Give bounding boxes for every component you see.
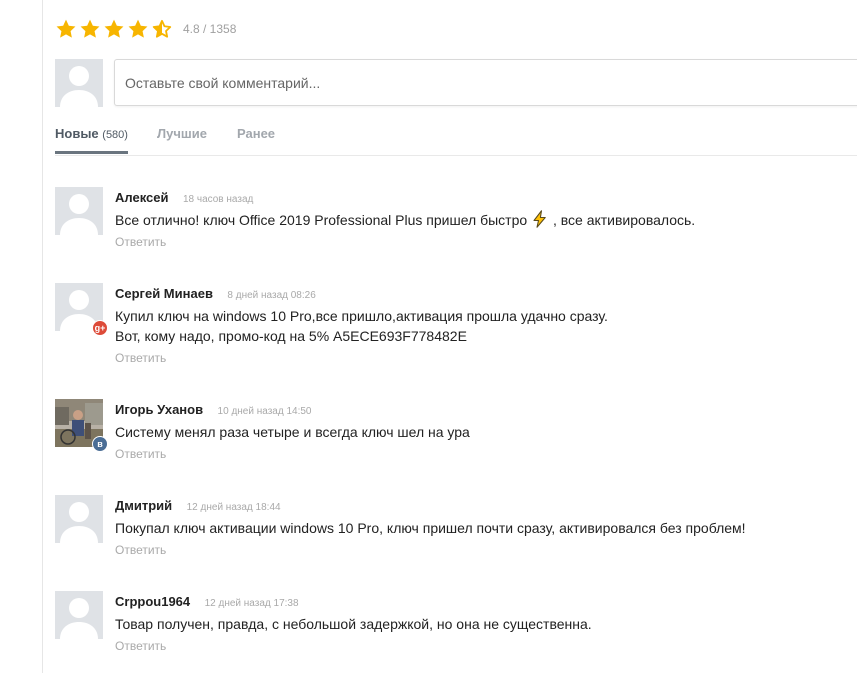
tab-earlier[interactable]: Ранее: [237, 120, 275, 154]
rating-summary: 4.8 / 1358: [183, 22, 237, 36]
tab-best-label: Лучшие: [157, 126, 207, 141]
half-star-icon[interactable]: [151, 18, 173, 40]
comment-item: g+ Сергей Минаев 8 дней назад 08:26 Купи…: [55, 283, 857, 365]
default-avatar[interactable]: [55, 187, 103, 235]
comment-author[interactable]: Crppou1964: [115, 594, 190, 609]
rating-block: 4.8 / 1358: [55, 17, 236, 41]
user-avatar-placeholder: [55, 59, 103, 107]
comment-author[interactable]: Игорь Уханов: [115, 402, 203, 417]
tab-earlier-label: Ранее: [237, 126, 276, 141]
star-icon[interactable]: [103, 18, 125, 40]
tab-new[interactable]: Новые (580): [55, 120, 128, 154]
comment-time[interactable]: 18 часов назад: [183, 194, 253, 205]
comment-author[interactable]: Сергей Минаев: [115, 286, 213, 301]
reply-link[interactable]: Ответить: [115, 639, 166, 653]
star-icon[interactable]: [79, 18, 101, 40]
comment-author[interactable]: Алексей: [115, 190, 169, 205]
tab-best[interactable]: Лучшие: [157, 120, 207, 154]
vk-icon: в: [92, 436, 108, 452]
comment-text: Купил ключ на windows 10 Pro,все пришло,…: [115, 306, 608, 346]
left-divider: [42, 0, 43, 673]
comment-text: Покупал ключ активации windows 10 Pro, к…: [115, 520, 746, 536]
comment-item: Алексей 18 часов назад Все отлично! ключ…: [55, 187, 857, 267]
star-icon[interactable]: [55, 18, 77, 40]
comment-input[interactable]: [115, 60, 857, 105]
reply-link[interactable]: Ответить: [115, 351, 166, 365]
comment-text: Все отлично! ключ Office 2019 Profession…: [115, 210, 695, 230]
comment-time[interactable]: 10 дней назад 14:50: [218, 406, 312, 417]
comment-time[interactable]: 12 дней назад 18:44: [187, 502, 281, 513]
comment-time[interactable]: 12 дней назад 17:38: [205, 598, 299, 609]
star-icon[interactable]: [127, 18, 149, 40]
tab-new-count: (580): [102, 129, 128, 141]
comment-item: Crppou1964 12 дней назад 17:38 Товар пол…: [55, 591, 857, 671]
comment-text-line: Вот, кому надо, промо-код на 5% A5ECE693…: [115, 328, 467, 344]
comment-time[interactable]: 8 дней назад 08:26: [227, 290, 315, 301]
reply-link[interactable]: Ответить: [115, 447, 166, 461]
google-plus-icon: g+: [92, 320, 108, 336]
high-voltage-emoji-icon: [533, 210, 546, 228]
reply-link[interactable]: Ответить: [115, 235, 166, 249]
comment-tabs: Новые (580) Лучшие Ранее: [55, 120, 857, 156]
comment-author[interactable]: Дмитрий: [115, 498, 172, 513]
comment-text-before: Все отлично! ключ Office 2019 Profession…: [115, 212, 528, 228]
tab-new-label: Новые: [55, 126, 99, 141]
comment-text: Товар получен, правда, с небольшой задер…: [115, 616, 592, 632]
comment-item: Дмитрий 12 дней назад 18:44 Покупал ключ…: [55, 495, 857, 575]
comment-composer: [114, 59, 857, 106]
reply-link[interactable]: Ответить: [115, 543, 166, 557]
default-avatar[interactable]: [55, 495, 103, 543]
comment-item: в Игорь Уханов 10 дней назад 14:50 Систе…: [55, 399, 857, 479]
comment-text: Систему менял раза четыре и всегда ключ …: [115, 424, 470, 440]
default-avatar[interactable]: [55, 591, 103, 639]
comment-text-line: Купил ключ на windows 10 Pro,все пришло,…: [115, 308, 608, 324]
comment-text-after: , все активировалось.: [552, 212, 696, 228]
